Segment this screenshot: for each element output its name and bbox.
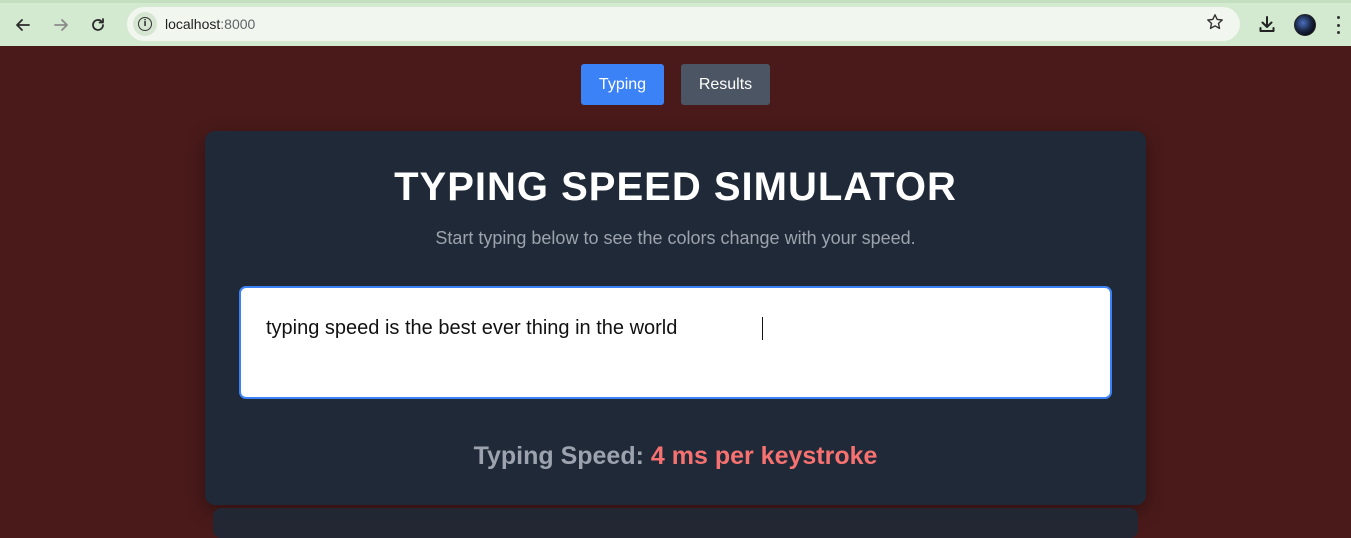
page-title: TYPING SPEED SIMULATOR (394, 165, 957, 209)
speed-value: 4 ms per keystroke (650, 442, 878, 470)
text-caret (762, 317, 763, 340)
browser-toolbar: i localhost:8000 (0, 0, 1351, 46)
reload-icon[interactable] (84, 11, 112, 39)
url-host: localhost (165, 16, 221, 32)
url-port: :8000 (220, 16, 256, 32)
menu-kebab-icon[interactable] (1333, 13, 1343, 37)
page-subtitle: Start typing below to see the colors cha… (435, 228, 916, 248)
secondary-card-edge (213, 508, 1138, 538)
back-icon[interactable] (9, 11, 37, 39)
tab-results[interactable]: Results (681, 64, 770, 105)
typing-speed-readout: Typing Speed: 4 ms per keystroke (205, 442, 1146, 471)
profile-avatar[interactable] (1294, 14, 1316, 36)
download-icon[interactable] (1256, 13, 1278, 35)
url-text: localhost:8000 (165, 16, 255, 32)
site-info-icon[interactable]: i (133, 12, 157, 36)
simulator-card: TYPING SPEED SIMULATOR Start typing belo… (205, 131, 1146, 505)
bookmark-star-icon[interactable] (1206, 13, 1224, 37)
tab-typing[interactable]: Typing (581, 64, 664, 105)
app-page: Typing Results TYPING SPEED SIMULATOR St… (0, 46, 1351, 538)
speed-label: Typing Speed: (473, 442, 644, 470)
forward-icon[interactable] (47, 11, 75, 39)
typing-input[interactable]: typing speed is the best ever thing in t… (239, 286, 1112, 399)
address-bar[interactable]: i localhost:8000 (127, 7, 1240, 41)
